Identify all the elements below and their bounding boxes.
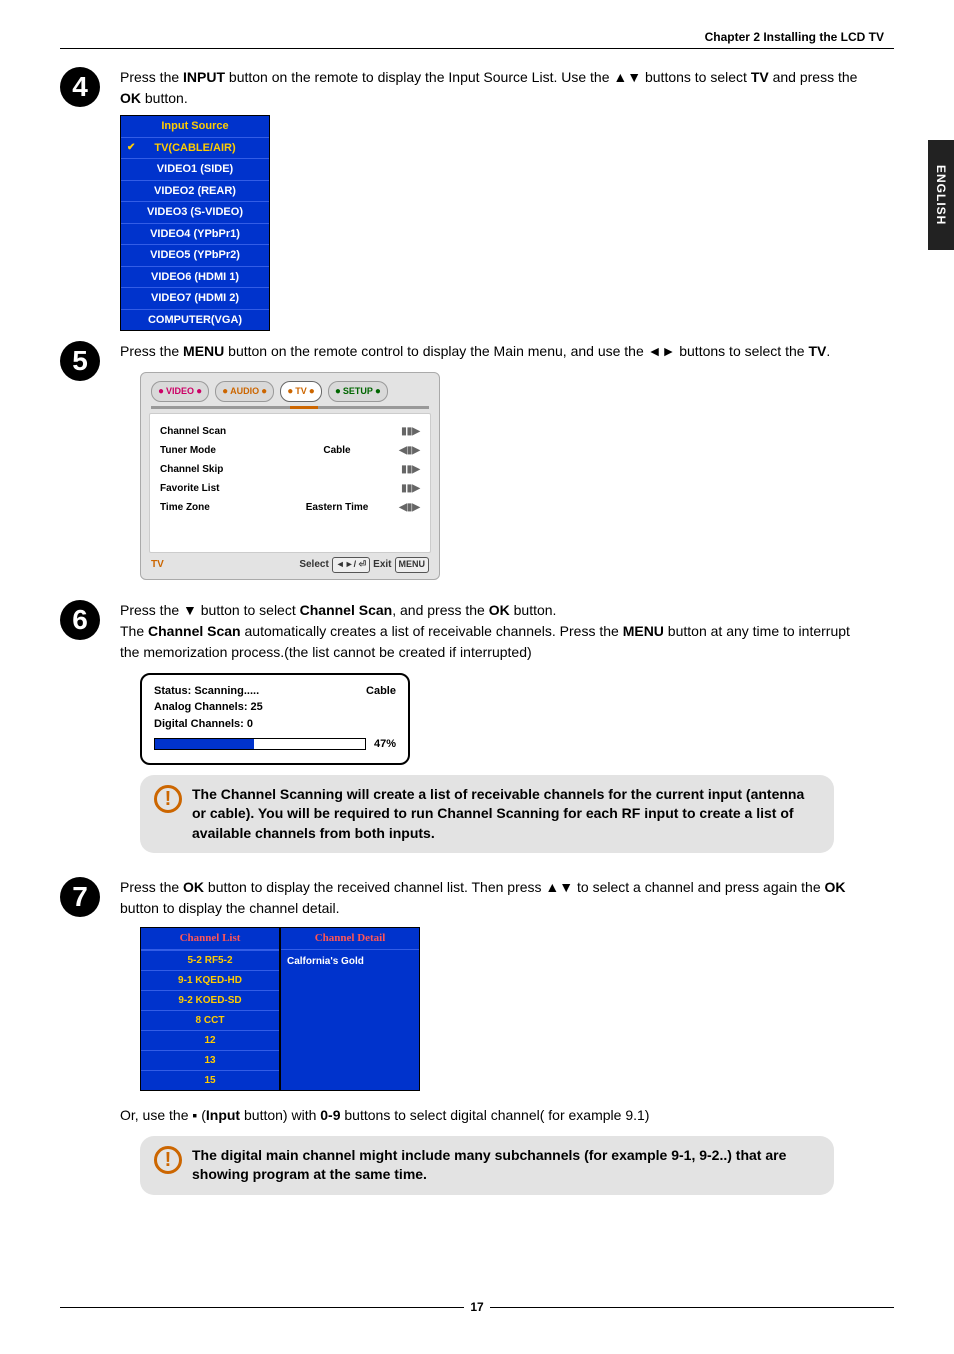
tab-tv[interactable]: ●TV● bbox=[280, 381, 322, 402]
channel-detail-column: Channel Detail Calfornia's Gold bbox=[280, 927, 420, 1091]
channel-list-row[interactable]: 5-2 RF5-2 bbox=[141, 950, 279, 970]
step-5-text: Press the MENU button on the remote cont… bbox=[120, 341, 864, 362]
step-7: 7 Press the OK button to display the rec… bbox=[60, 877, 894, 1209]
step-6-text-2: The Channel Scan automatically creates a… bbox=[120, 621, 864, 663]
page-footer: 17 bbox=[60, 1307, 894, 1324]
input-source-list: Input Source ✔TV(CABLE/AIR) VIDEO1 (SIDE… bbox=[120, 115, 270, 331]
tab-video[interactable]: ●VIDEO● bbox=[151, 381, 209, 402]
note-text: The Channel Scanning will create a list … bbox=[192, 785, 820, 844]
tv-menu-row[interactable]: Channel Scan▮▮▶ bbox=[160, 422, 420, 441]
input-source-item[interactable]: VIDEO7 (HDMI 2) bbox=[121, 287, 269, 309]
tv-footer-hints: Select ◄►/ ⏎ Exit MENU bbox=[299, 557, 429, 573]
alert-icon: ! bbox=[154, 785, 182, 813]
tv-main-menu: ●VIDEO● ●AUDIO● ●TV● ●SETUP● Channel Sca… bbox=[140, 372, 440, 580]
input-source-item[interactable]: VIDEO2 (REAR) bbox=[121, 180, 269, 202]
tv-menu-body: Channel Scan▮▮▶ Tuner ModeCable◀▮▶ Chann… bbox=[149, 413, 431, 553]
tv-menu-tabs: ●VIDEO● ●AUDIO● ●TV● ●SETUP● bbox=[141, 373, 439, 404]
audio-icon: ● bbox=[222, 384, 228, 399]
note-text: The digital main channel might include m… bbox=[192, 1146, 820, 1185]
input-source-item[interactable]: VIDEO1 (SIDE) bbox=[121, 158, 269, 180]
tab-indicator bbox=[151, 406, 429, 409]
channel-list-column: Channel List 5-2 RF5-2 9-1 KQED-HD 9-2 K… bbox=[140, 927, 280, 1091]
chapter-heading: Chapter 2 Installing the LCD TV bbox=[60, 30, 894, 44]
tv-menu-row[interactable]: Tuner ModeCable◀▮▶ bbox=[160, 441, 420, 460]
setup-icon: ● bbox=[335, 384, 341, 399]
note-subchannels: ! The digital main channel might include… bbox=[140, 1136, 834, 1195]
scan-digital-count: Digital Channels: 0 bbox=[154, 716, 396, 733]
nav-keycap-icon: ◄►/ ⏎ bbox=[332, 557, 370, 573]
tv-menu-row[interactable]: Favorite List▮▮▶ bbox=[160, 479, 420, 498]
arrow-right-icon: ▮▮▶ bbox=[396, 462, 420, 477]
channel-list-row[interactable]: 12 bbox=[141, 1030, 279, 1050]
step-7-text-2: Or, use the ▪ (Input button) with 0-9 bu… bbox=[120, 1105, 864, 1126]
step-4: 4 Press the INPUT button on the remote t… bbox=[60, 67, 894, 331]
tab-setup[interactable]: ●SETUP● bbox=[328, 381, 388, 402]
arrow-lr-icon: ◀▮▶ bbox=[396, 500, 420, 515]
channel-list-row[interactable]: 9-2 KOED-SD bbox=[141, 990, 279, 1010]
input-source-item[interactable]: COMPUTER(VGA) bbox=[121, 309, 269, 331]
tv-menu-row[interactable]: Channel Skip▮▮▶ bbox=[160, 460, 420, 479]
input-source-header: Input Source bbox=[121, 116, 269, 137]
tab-audio[interactable]: ●AUDIO● bbox=[215, 381, 274, 402]
tv-icon: ● bbox=[287, 384, 293, 399]
channel-list-row[interactable]: 13 bbox=[141, 1050, 279, 1070]
language-label: ENGLISH bbox=[934, 165, 948, 225]
note-channel-scanning: ! The Channel Scanning will create a lis… bbox=[140, 775, 834, 854]
alert-icon: ! bbox=[154, 1146, 182, 1174]
arrow-lr-icon: ◀▮▶ bbox=[396, 443, 420, 458]
channel-detail-body: Calfornia's Gold bbox=[281, 950, 419, 1090]
channel-list-row[interactable]: 8 CCT bbox=[141, 1010, 279, 1030]
scan-analog-count: Analog Channels: 25 bbox=[154, 699, 396, 716]
arrow-right-icon: ▮▮▶ bbox=[396, 424, 420, 439]
tv-menu-footer: TV Select ◄►/ ⏎ Exit MENU bbox=[141, 553, 439, 579]
step-number-4: 4 bbox=[60, 67, 100, 107]
channel-list-panel: Channel List 5-2 RF5-2 9-1 KQED-HD 9-2 K… bbox=[140, 927, 420, 1091]
step-number-6: 6 bbox=[60, 600, 100, 640]
channel-list-row[interactable]: 15 bbox=[141, 1070, 279, 1090]
step-number-5: 5 bbox=[60, 341, 100, 381]
progress-fill bbox=[155, 739, 254, 749]
channel-scan-progress: Status: Scanning..... Cable Analog Channe… bbox=[140, 673, 410, 765]
tv-footer-label: TV bbox=[151, 557, 164, 572]
channel-list-row[interactable]: 9-1 KQED-HD bbox=[141, 970, 279, 990]
channel-list-header: Channel List bbox=[141, 928, 279, 950]
language-side-tab: ENGLISH bbox=[928, 140, 954, 250]
scan-mode: Cable bbox=[366, 683, 396, 700]
step-7-text-1: Press the OK button to display the recei… bbox=[120, 877, 864, 919]
arrow-right-icon: ▮▮▶ bbox=[396, 481, 420, 496]
menu-keycap-icon: MENU bbox=[395, 557, 430, 573]
step-6-text-1: Press the ▼ button to select Channel Sca… bbox=[120, 600, 864, 621]
step-5: 5 Press the MENU button on the remote co… bbox=[60, 341, 894, 590]
progress-bar bbox=[154, 738, 366, 750]
step-number-7: 7 bbox=[60, 877, 100, 917]
top-divider bbox=[60, 48, 894, 49]
channel-detail-header: Channel Detail bbox=[281, 928, 419, 950]
input-source-item[interactable]: VIDEO4 (YPbPr1) bbox=[121, 223, 269, 245]
tv-menu-row[interactable]: Time ZoneEastern Time◀▮▶ bbox=[160, 498, 420, 517]
input-source-item[interactable]: VIDEO6 (HDMI 1) bbox=[121, 266, 269, 288]
step-4-text: Press the INPUT button on the remote to … bbox=[120, 67, 864, 109]
input-source-item[interactable]: VIDEO3 (S-VIDEO) bbox=[121, 201, 269, 223]
check-icon: ✔ bbox=[127, 140, 135, 155]
input-source-item[interactable]: VIDEO5 (YPbPr2) bbox=[121, 244, 269, 266]
progress-percent: 47% bbox=[374, 736, 396, 753]
video-icon: ● bbox=[158, 384, 164, 399]
scan-status: Status: Scanning..... bbox=[154, 683, 259, 700]
input-source-item[interactable]: ✔TV(CABLE/AIR) bbox=[121, 137, 269, 159]
page-number: 17 bbox=[464, 1300, 489, 1314]
step-6: 6 Press the ▼ button to select Channel S… bbox=[60, 600, 894, 868]
